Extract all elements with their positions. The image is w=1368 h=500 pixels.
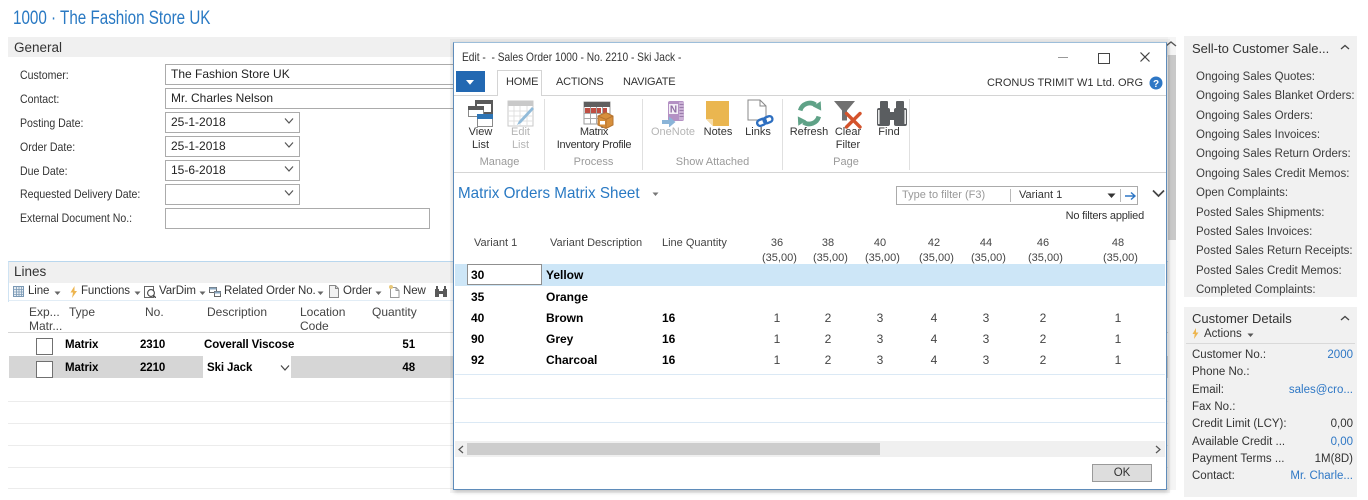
svg-text:?: ? [1153,79,1159,90]
svg-text:N: N [670,105,677,116]
